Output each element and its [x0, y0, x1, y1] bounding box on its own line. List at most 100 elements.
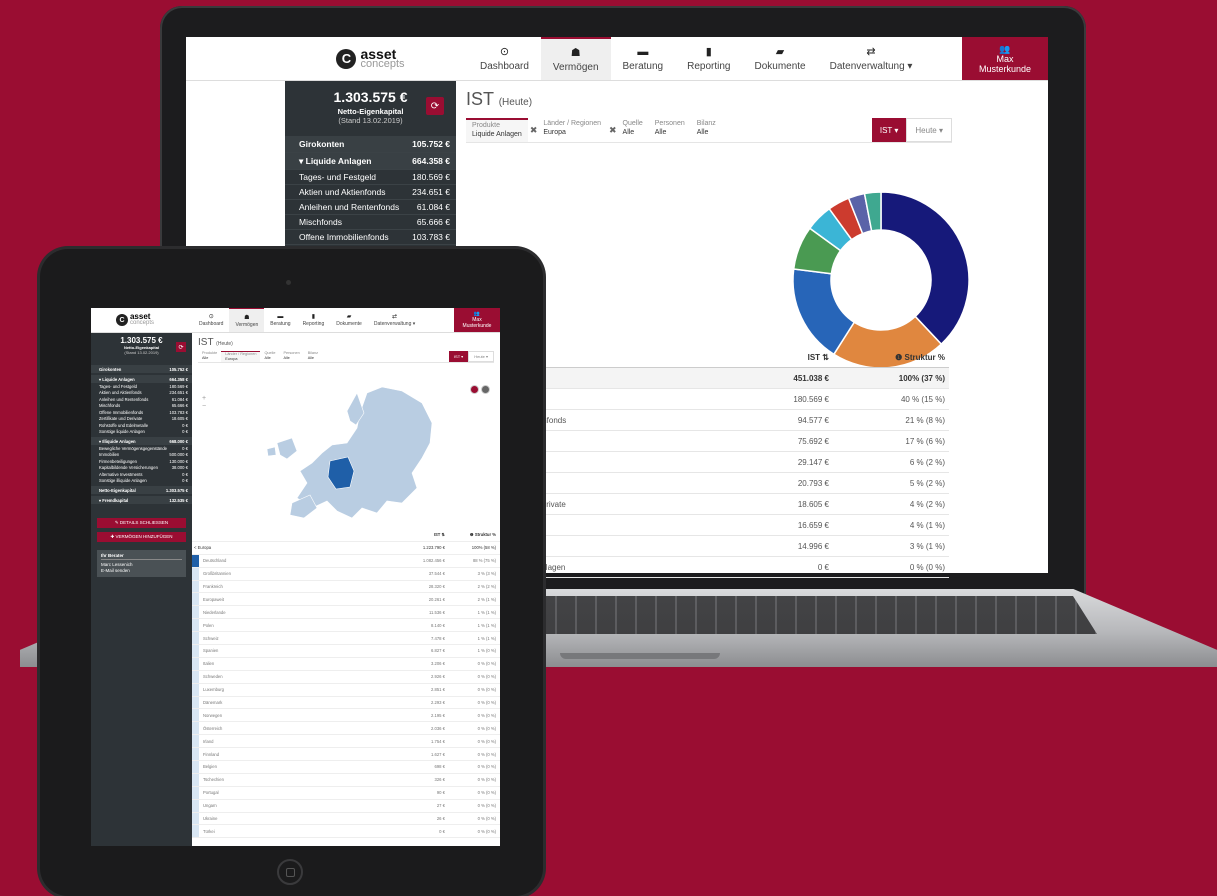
- sidebar-item[interactable]: Sonstige liquide Anlagen 0 €: [91, 429, 192, 436]
- filter-personen[interactable]: Personen Alle: [279, 351, 303, 362]
- nav-reporting[interactable]: ▮ Reporting: [675, 37, 742, 80]
- row-expand-icon[interactable]: [192, 735, 199, 748]
- table-row[interactable]: 451.038 € 100% (37 %): [536, 368, 949, 389]
- heute-dropdown[interactable]: Heute ▾: [906, 118, 952, 142]
- sidebar-item[interactable]: Offene Immobilienfonds 103.783 €: [285, 230, 456, 245]
- sidebar-item[interactable]: Offene Immobilienfonds 103.783 €: [91, 409, 192, 416]
- table-row[interactable]: Frankreich 28.320 € 2 % (2 %): [192, 580, 500, 594]
- filter-produkte[interactable]: Produkte Alle: [198, 351, 221, 362]
- table-row[interactable]: Anlagen 0 € 0 % (0 %): [536, 557, 949, 578]
- nav-datenverwaltung[interactable]: ⇄ Datenverwaltung ▾: [818, 37, 925, 80]
- table-row[interactable]: Österreich 2.036 € 0 % (0 %): [192, 722, 500, 736]
- filter-quelle[interactable]: Quelle Alle: [260, 351, 279, 362]
- table-row[interactable]: Luxemburg 2.851 € 0 % (0 %): [192, 683, 500, 697]
- sidebar-item[interactable]: Netto-Eigenkapital 1.303.575 €: [91, 486, 192, 494]
- table-row[interactable]: Finnland 1.627 € 0 % (0 %): [192, 748, 500, 762]
- sidebar-item[interactable]: ▾ Liquide Anlagen 664.358 €: [285, 153, 456, 170]
- table-row[interactable]: Portugal 90 € 0 % (0 %): [192, 786, 500, 800]
- sidebar-item[interactable]: Mischfonds 65.666 €: [285, 215, 456, 230]
- table-row[interactable]: Norwegen 2.195 € 0 % (0 %): [192, 709, 500, 723]
- table-row[interactable]: Polen 8.140 € 1 % (1 %): [192, 619, 500, 633]
- refresh-icon[interactable]: ⟳: [176, 342, 186, 352]
- table-row[interactable]: Derivate 18.605 € 4 % (2 %): [536, 494, 949, 515]
- table-row[interactable]: Ungarn 27 € 0 % (0 %): [192, 799, 500, 813]
- filter-produkte[interactable]: Produkte Liquide Anlagen: [466, 118, 528, 142]
- nav-dokumente[interactable]: ▰ Dokumente: [742, 37, 817, 80]
- tablet-user-menu[interactable]: 👥 Max Musterkunde: [454, 308, 500, 332]
- table-row[interactable]: Schweden 2.926 € 0 % (0 %): [192, 670, 500, 684]
- donut-slice[interactable]: [880, 191, 970, 346]
- sidebar-item[interactable]: Kapitalbildende Versicherungen 38.000 €: [91, 465, 192, 472]
- nav-reporting[interactable]: ▮ Reporting: [297, 308, 331, 332]
- filter-personen[interactable]: Personen Alle: [649, 118, 691, 142]
- table-row[interactable]: Niederlande 11.536 € 1 % (1 %): [192, 606, 500, 620]
- row-expand-icon[interactable]: [192, 786, 199, 799]
- sidebar-item[interactable]: Girokonten 105.752 €: [285, 136, 456, 153]
- filter-bilanz[interactable]: Bilanz Alle: [691, 118, 722, 142]
- table-row[interactable]: ienfonds 94.577 € 21 % (8 %): [536, 410, 949, 431]
- sidebar-item[interactable]: Aktien und Aktienfonds 234.651 €: [91, 390, 192, 397]
- row-expand-icon[interactable]: [192, 554, 199, 567]
- row-expand-icon[interactable]: [192, 812, 199, 825]
- sidebar-item[interactable]: Tages- und Festgeld 180.569 €: [285, 170, 456, 185]
- table-row[interactable]: 29.147 € 6 % (2 %): [536, 452, 949, 473]
- row-expand-icon[interactable]: [192, 825, 199, 838]
- sidebar-item[interactable]: ▾ Illiquide Anlagen 668.000 €: [91, 437, 192, 445]
- table-row-total[interactable]: < Europa 1.223.790 € 100% (58 %): [192, 542, 500, 555]
- row-expand-icon[interactable]: [192, 619, 199, 632]
- row-expand-icon[interactable]: [192, 606, 199, 619]
- close-details-button[interactable]: ✎ DETAILS SCHLIESSEN: [97, 518, 186, 528]
- sidebar-item[interactable]: ▾ Fremdkapital 132.535 €: [91, 496, 192, 504]
- table-row[interactable]: Türkei 0 € 0 % (0 %): [192, 825, 500, 839]
- table-row[interactable]: Italien 3.206 € 0 % (0 %): [192, 657, 500, 671]
- sidebar-item[interactable]: Sonstige illiquide Anlagen 0 €: [91, 478, 192, 485]
- sidebar-item[interactable]: Aktien und Aktienfonds 234.651 €: [285, 185, 456, 200]
- table-row[interactable]: Belgien 698 € 0 % (0 %): [192, 761, 500, 774]
- table-row[interactable]: Schweiz 7.478 € 1 % (1 %): [192, 632, 500, 646]
- col-ist[interactable]: IST ⇅: [719, 353, 829, 362]
- table-row[interactable]: Deutschland 1.082.456 € 88 % (75 %): [192, 554, 500, 568]
- ist-dropdown[interactable]: IST ▾: [871, 118, 907, 142]
- remove-filter-icon[interactable]: ✖: [609, 118, 617, 142]
- nav-vermögen[interactable]: ☗ Vermögen: [229, 308, 265, 332]
- table-row[interactable]: Irland 1.754 € 0 % (0 %): [192, 735, 500, 749]
- col-struktur[interactable]: ❶ Struktur %: [445, 532, 500, 537]
- row-expand-icon[interactable]: [192, 670, 199, 683]
- nav-beratung[interactable]: ▬ Beratung: [611, 37, 676, 80]
- filter-regionen[interactable]: Länder / Regionen Europa: [537, 118, 607, 142]
- heute-dropdown[interactable]: Heute ▾: [468, 351, 494, 362]
- home-button[interactable]: [277, 859, 303, 885]
- table-row[interactable]: Europaweit 20.261 € 2 % (1 %): [192, 593, 500, 607]
- ist-dropdown[interactable]: IST ▾: [448, 351, 469, 362]
- remove-filter-icon[interactable]: ✖: [530, 118, 538, 142]
- add-asset-button[interactable]: ✚ VERMÖGEN HINZUFÜGEN: [97, 532, 186, 542]
- col-ist[interactable]: IST ⇅: [375, 532, 445, 537]
- table-row[interactable]: Dänemark 2.293 € 0 % (0 %): [192, 696, 500, 710]
- row-expand-icon[interactable]: [192, 748, 199, 761]
- sidebar-item[interactable]: Anleihen und Rentenfonds 61.084 €: [91, 396, 192, 403]
- row-expand-icon[interactable]: [192, 593, 199, 606]
- row-expand-icon[interactable]: [192, 632, 199, 645]
- zoom-out-button[interactable]: −: [202, 403, 206, 411]
- nav-dokumente[interactable]: ▰ Dokumente: [330, 308, 368, 332]
- filter-regionen[interactable]: Länder / Regionen Europa: [221, 351, 261, 362]
- nav-datenverwaltung[interactable]: ⇄ Datenverwaltung ▾: [368, 308, 421, 332]
- zoom-in-button[interactable]: +: [202, 395, 206, 403]
- sidebar-item[interactable]: Zertifikate und Derivate 18.605 €: [91, 416, 192, 423]
- filter-bilanz[interactable]: Bilanz Alle: [304, 351, 322, 362]
- nav-beratung[interactable]: ▬ Beratung: [264, 308, 296, 332]
- row-expand-icon[interactable]: [192, 722, 199, 735]
- table-row[interactable]: 20.793 € 5 % (2 %): [536, 473, 949, 494]
- row-expand-icon[interactable]: [192, 580, 199, 593]
- sidebar-item[interactable]: ▾ Liquide Anlagen 664.358 €: [91, 375, 192, 383]
- advisor-mail-link[interactable]: E-Mail senden: [101, 568, 182, 574]
- tablet-brand-logo[interactable]: C asset concepts: [91, 308, 179, 332]
- row-expand-icon[interactable]: [192, 567, 199, 580]
- row-expand-icon[interactable]: [192, 683, 199, 696]
- table-row[interactable]: Großbritannien 37.544 € 3 % (3 %): [192, 567, 500, 581]
- col-struktur[interactable]: ❶ Struktur %: [829, 353, 949, 362]
- row-expand-icon[interactable]: [192, 761, 199, 773]
- table-row[interactable]: 16.659 € 4 % (1 %): [536, 515, 949, 536]
- row-expand-icon[interactable]: [192, 657, 199, 670]
- map-view-icon[interactable]: [481, 385, 490, 394]
